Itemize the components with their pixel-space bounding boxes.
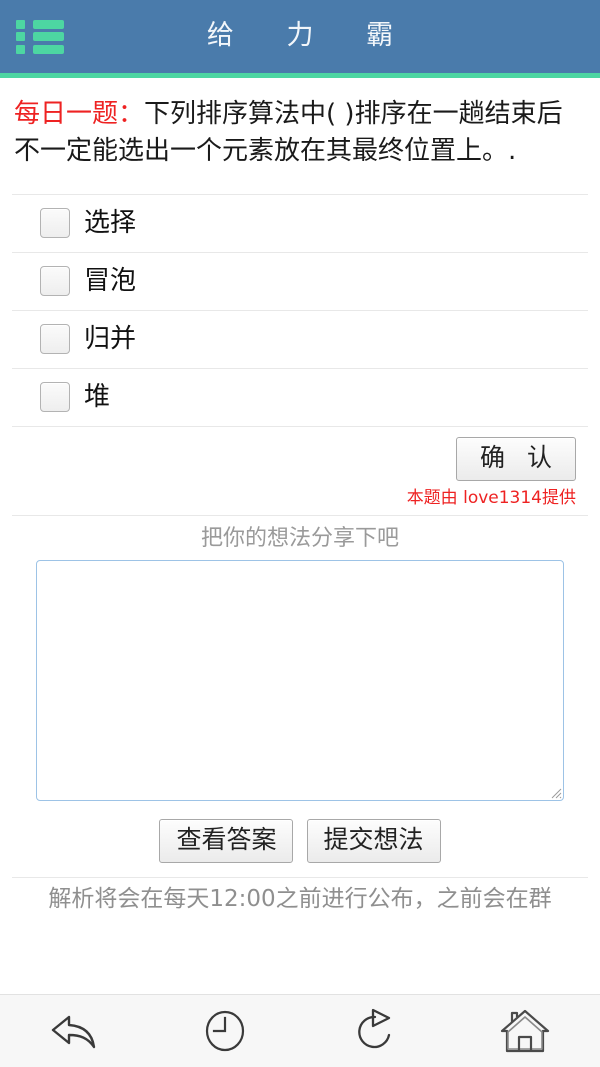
checkbox-icon[interactable]	[40, 324, 70, 355]
app-header: 给 力 霸	[0, 0, 600, 78]
checkbox-icon[interactable]	[40, 208, 70, 239]
nav-back-button[interactable]	[0, 995, 150, 1067]
list-menu-icon[interactable]	[16, 17, 64, 57]
nav-refresh-button[interactable]	[300, 995, 450, 1067]
share-prompt: 把你的想法分享下吧	[200, 526, 399, 552]
menu-bullet	[16, 19, 25, 29]
bottom-navigation-bar	[0, 994, 600, 1067]
back-arrow-icon	[51, 1015, 96, 1049]
option-row-0[interactable]: 选择	[12, 195, 588, 253]
refresh-icon	[358, 1008, 391, 1049]
clock-icon	[205, 1010, 245, 1052]
nav-home-button[interactable]	[450, 995, 600, 1067]
question-block: 每日一题：下列排序算法中( )排序在一趟结束后不一定能选出一个元素放在其最终位置…	[0, 78, 600, 180]
menu-row	[16, 32, 64, 41]
menu-line	[33, 44, 64, 54]
option-label: 堆	[84, 382, 111, 413]
action-buttons: 查看答案 提交想法	[12, 801, 588, 879]
menu-bullet	[16, 44, 25, 54]
menu-line	[33, 19, 64, 29]
option-list: 选择 冒泡 归并 堆	[12, 193, 588, 427]
option-row-2[interactable]: 归并	[12, 311, 588, 369]
comment-shell	[36, 560, 564, 802]
question-credit: 本题由 love1314提供	[406, 488, 576, 509]
view-answer-button[interactable]: 查看答案	[159, 819, 294, 864]
question-label: 每日一题：	[14, 99, 145, 129]
option-label: 选择	[84, 208, 137, 239]
confirm-area: 确 认 本题由 love1314提供	[12, 427, 588, 517]
menu-row	[16, 44, 64, 54]
submit-thought-button[interactable]: 提交想法	[306, 819, 441, 864]
option-row-1[interactable]: 冒泡	[12, 253, 588, 311]
menu-line	[33, 32, 64, 41]
home-icon	[500, 1009, 550, 1053]
page-title: 给 力 霸	[206, 19, 416, 51]
option-row-3[interactable]: 堆	[12, 369, 588, 427]
nav-history-button[interactable]	[150, 995, 300, 1067]
option-label: 归并	[84, 324, 137, 355]
menu-bullet	[16, 32, 25, 41]
checkbox-icon[interactable]	[40, 266, 70, 297]
option-label: 冒泡	[84, 266, 137, 297]
comment-input[interactable]	[36, 560, 564, 802]
footer-note: 解析将会在每天12:00之前进行公布，之前会在群	[48, 886, 552, 912]
menu-row	[16, 19, 64, 29]
comment-wrap	[0, 560, 600, 802]
confirm-button[interactable]: 确 认	[456, 436, 576, 482]
checkbox-icon[interactable]	[40, 382, 70, 413]
